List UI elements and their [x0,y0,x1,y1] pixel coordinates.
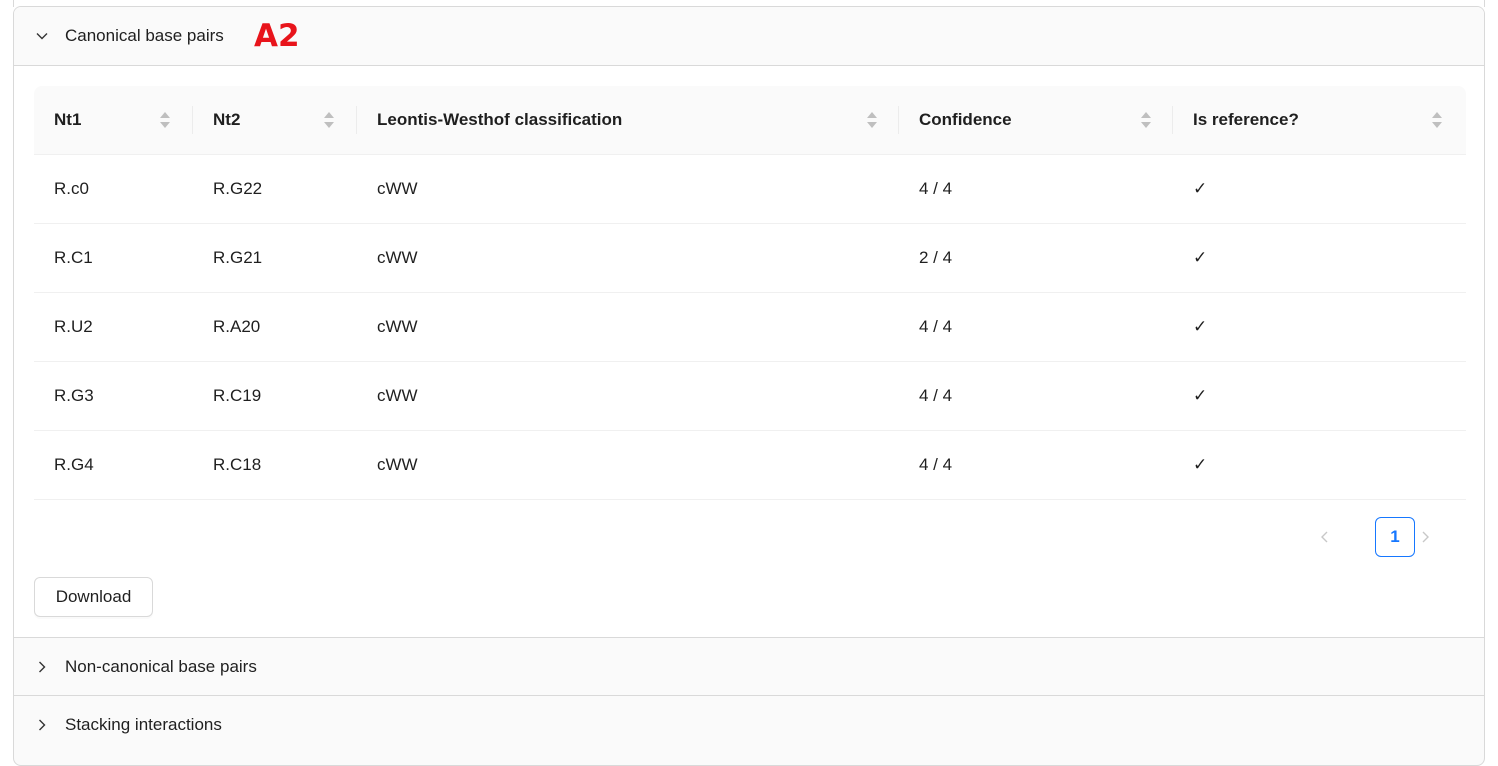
column-label: Nt1 [54,110,82,129]
cell-nt1: R.C1 [54,248,93,267]
cell-classification: cWW [377,248,418,267]
column-divider [1172,106,1173,134]
download-button[interactable]: Download [34,577,153,617]
column-header-classification[interactable]: Leontis-Westhof classification [377,86,622,154]
column-header-nt2[interactable]: Nt2 [213,86,240,154]
chevron-right-icon [39,719,46,730]
column-label: Is reference? [1193,110,1299,129]
panel-title-stacking: Stacking interactions [65,714,222,734]
cell-nt2: R.A20 [213,317,261,336]
sort-icon[interactable] [159,110,171,130]
column-label: Leontis-Westhof classification [377,110,623,129]
table-row: R.G4 R.C18 cWW 4 / 4 ✓ [34,431,1466,500]
column-header-confidence[interactable]: Confidence [919,86,1012,154]
cell-classification: cWW [377,317,418,336]
chevron-right-icon [39,661,46,672]
cell-confidence: 4 / 4 [919,179,953,198]
cell-classification: cWW [377,455,418,474]
chevron-left-icon[interactable] [1317,529,1333,545]
column-divider [356,106,357,134]
panel-body-canonical: Nt1 Nt2 Leontis-Westhof classification C… [14,66,1484,637]
cell-classification: cWW [377,386,418,405]
sort-icon[interactable] [1431,110,1443,130]
cell-confidence: 4 / 4 [919,317,953,336]
cell-classification: cWW [377,179,418,198]
panel-title-canonical: Canonical base pairs [65,26,224,45]
cell-confidence: 4 / 4 [919,455,953,474]
cell-nt2: R.C19 [213,386,262,405]
table-header: Nt1 Nt2 Leontis-Westhof classification C… [34,86,1466,155]
sort-icon[interactable] [1140,110,1152,130]
cell-is-reference: ✓ [1193,248,1208,267]
panel-header-non-canonical[interactable]: Non-canonical base pairs [14,637,1484,695]
table-row: R.G3 R.C19 cWW 4 / 4 ✓ [34,362,1466,431]
cell-nt1: R.U2 [54,317,93,336]
panel-header-stacking[interactable]: Stacking interactions [14,695,1484,753]
cell-is-reference: ✓ [1193,386,1208,405]
cell-nt1: R.c0 [54,179,89,198]
column-label: Confidence [919,110,1012,129]
column-header-is-reference[interactable]: Is reference? [1193,86,1299,154]
table-row: R.c0 R.G22 cWW 4 / 4 ✓ [34,155,1466,224]
cell-is-reference: ✓ [1193,317,1208,336]
table-row: R.U2 R.A20 cWW 4 / 4 ✓ [34,293,1466,362]
page-1-button[interactable]: 1 [1375,517,1415,557]
panel-header-canonical[interactable]: Canonical base pairs A2 [14,7,1484,66]
sort-icon[interactable] [866,110,878,130]
column-divider [898,106,899,134]
column-header-nt1[interactable]: Nt1 [54,86,81,154]
table-row: R.C1 R.G21 cWW 2 / 4 ✓ [34,224,1466,293]
chevron-right-icon[interactable] [1417,529,1433,545]
cell-is-reference: ✓ [1193,455,1208,474]
cell-nt2: R.C18 [213,455,262,474]
cell-nt2: R.G22 [213,179,263,198]
panel-title-non-canonical: Non-canonical base pairs [65,656,257,676]
interaction-panels: Canonical base pairs A2 Nt1 Nt2 Leontis-… [13,6,1485,766]
cell-confidence: 4 / 4 [919,386,953,405]
cell-nt2: R.G21 [213,248,263,267]
cell-nt1: R.G3 [54,386,94,405]
cell-nt1: R.G4 [54,455,94,474]
sort-icon[interactable] [323,110,335,130]
chevron-down-icon [36,33,48,40]
base-pairs-table: Nt1 Nt2 Leontis-Westhof classification C… [34,86,1466,500]
column-label: Nt2 [213,110,241,129]
annotation-tag: A2 [254,18,300,54]
cell-is-reference: ✓ [1193,179,1208,198]
pagination: 1 [34,517,1466,557]
column-divider [192,106,193,134]
cell-confidence: 2 / 4 [919,248,953,267]
